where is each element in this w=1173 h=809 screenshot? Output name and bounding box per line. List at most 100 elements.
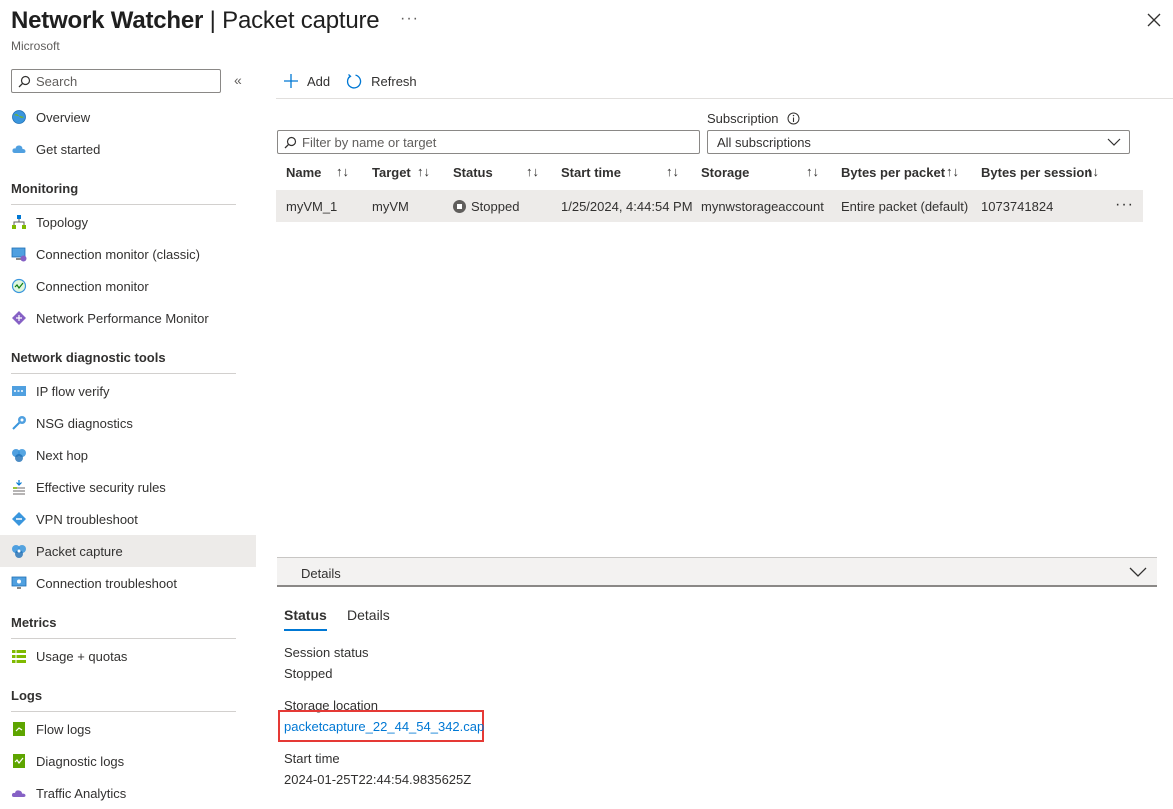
monitor-icon	[11, 247, 27, 262]
details-panel-title: Details	[301, 566, 341, 581]
sort-icon[interactable]: ↑↓	[417, 164, 430, 179]
sidebar-item-topology[interactable]: Topology	[0, 206, 256, 238]
cloud-icon	[12, 145, 26, 153]
packet-capture-icon	[12, 545, 26, 558]
details-panel-header[interactable]: Details	[277, 557, 1157, 587]
session-status-value: Stopped	[284, 666, 333, 681]
sidebar-item-network-performance-monitor[interactable]: Network Performance Monitor	[0, 302, 256, 334]
sidebar-item-label: Diagnostic logs	[36, 753, 125, 769]
start-time-label: Start time	[284, 751, 340, 766]
storage-location-link[interactable]: packetcapture_22_44_54_342.cap	[284, 719, 484, 734]
sidebar-item-next-hop[interactable]: Next hop	[0, 439, 256, 471]
column-header-bytes-per-session[interactable]: Bytes per session	[981, 165, 1092, 180]
add-button[interactable]: Add	[283, 73, 330, 89]
collapse-sidebar-icon[interactable]: «	[234, 72, 248, 90]
sidebar-item-label: Next hop	[36, 447, 89, 463]
stopped-status-icon	[453, 200, 466, 213]
sidebar-search[interactable]	[11, 69, 221, 93]
sort-icon[interactable]: ↑↓	[526, 164, 539, 179]
filter-input[interactable]	[302, 133, 692, 151]
cell-storage: mynwstorageaccount	[701, 199, 824, 214]
column-header-storage[interactable]: Storage	[701, 165, 749, 180]
column-header-bytes-per-packet[interactable]: Bytes per packet	[841, 165, 945, 180]
more-options-icon[interactable]: ···	[400, 10, 419, 28]
search-icon	[18, 75, 31, 88]
sidebar-section-metrics: Metrics	[11, 615, 236, 639]
sidebar-item-vpn-troubleshoot[interactable]: VPN troubleshoot	[0, 503, 256, 535]
filter-box[interactable]	[277, 130, 700, 154]
sidebar-item-label: Packet capture	[36, 543, 123, 559]
sidebar-item-label: Connection troubleshoot	[36, 575, 177, 591]
vpn-icon	[12, 512, 26, 526]
sidebar-item-label: Topology	[36, 214, 89, 230]
cell-start-time: 1/25/2024, 4:44:54 PM	[561, 199, 693, 214]
cell-status: Stopped	[471, 199, 520, 214]
session-status-label: Session status	[284, 645, 369, 660]
sidebar-section-network-diagnostic-tools: Network diagnostic tools	[11, 350, 236, 374]
sort-icon[interactable]: ↑↓	[666, 164, 679, 179]
traffic-analytics-icon	[11, 790, 26, 797]
sidebar-item-label: Traffic Analytics	[36, 785, 127, 801]
subscription-label: Subscription	[707, 111, 800, 126]
sort-icon[interactable]: ↑↓	[946, 164, 959, 179]
sidebar-item-traffic-analytics[interactable]: Traffic Analytics	[0, 777, 256, 809]
sort-icon[interactable]: ↑↓	[806, 164, 819, 179]
usage-icon	[12, 650, 26, 663]
sidebar-item-get-started[interactable]: Get started	[0, 133, 256, 165]
add-button-label: Add	[307, 73, 331, 89]
topology-icon	[12, 215, 26, 229]
page-title-rest: Packet capture	[222, 7, 380, 34]
page-title-bold: Network Watcher	[11, 7, 204, 34]
sidebar-item-label: Get started	[36, 141, 101, 157]
info-icon[interactable]	[787, 112, 800, 125]
sidebar-item-label: Connection monitor	[36, 278, 149, 294]
cell-target: myVM	[372, 199, 409, 214]
refresh-button-label: Refresh	[371, 73, 417, 89]
sidebar-item-label: Effective security rules	[36, 479, 166, 495]
sidebar-item-label: Connection monitor (classic)	[36, 246, 201, 262]
cell-bytes-per-session: 1073741824	[981, 199, 1054, 214]
column-header-target[interactable]: Target	[372, 165, 411, 180]
sidebar-item-flow-logs[interactable]: Flow logs	[0, 713, 256, 745]
sidebar-item-label: Network Performance Monitor	[36, 310, 209, 326]
flow-logs-icon	[13, 722, 25, 736]
sidebar-item-overview[interactable]: Overview	[0, 101, 256, 133]
column-header-name[interactable]: Name	[286, 165, 321, 180]
sidebar-item-ip-flow-verify[interactable]: IP flow verify	[0, 375, 256, 407]
close-icon[interactable]	[1146, 12, 1166, 32]
refresh-button[interactable]: Refresh	[346, 73, 417, 90]
sidebar-item-usage-quotas[interactable]: Usage + quotas	[0, 640, 256, 672]
subscription-dropdown[interactable]: All subscriptions	[707, 130, 1130, 154]
page-subtitle: Microsoft	[11, 39, 60, 53]
sidebar-item-nsg-diagnostics[interactable]: NSG diagnostics	[0, 407, 256, 439]
cell-bytes-per-packet: Entire packet (default)	[841, 199, 969, 214]
sidebar-item-connection-troubleshoot[interactable]: Connection troubleshoot	[0, 567, 256, 599]
sidebar-section-monitoring: Monitoring	[11, 181, 236, 205]
sidebar-search-input[interactable]	[36, 72, 216, 90]
sidebar-item-label: Flow logs	[36, 721, 91, 737]
plus-icon	[284, 74, 298, 88]
sidebar-item-packet-capture[interactable]: Packet capture	[0, 535, 256, 567]
diagnostic-logs-icon	[13, 754, 25, 768]
sort-icon[interactable]: ↑↓	[1086, 164, 1099, 179]
chevron-down-icon	[1107, 138, 1121, 146]
sidebar-item-label: Overview	[36, 109, 91, 125]
sidebar-item-connection-monitor-classic[interactable]: Connection monitor (classic)	[0, 238, 256, 270]
column-header-start-time[interactable]: Start time	[561, 165, 621, 180]
tab-status[interactable]: Status	[284, 607, 327, 631]
sidebar-item-label: NSG diagnostics	[36, 415, 133, 431]
chevron-down-icon[interactable]	[1129, 567, 1147, 578]
sidebar-item-diagnostic-logs[interactable]: Diagnostic logs	[0, 745, 256, 777]
sidebar-item-effective-security-rules[interactable]: Effective security rules	[0, 471, 256, 503]
security-rules-icon	[13, 480, 25, 495]
row-more-options-icon[interactable]: ···	[1115, 196, 1134, 214]
search-icon	[284, 136, 297, 149]
ip-flow-icon	[12, 386, 26, 396]
refresh-icon	[347, 73, 362, 89]
command-bar: Add Refresh	[283, 70, 433, 92]
tab-details[interactable]: Details	[347, 607, 390, 623]
subscription-dropdown-value: All subscriptions	[717, 135, 811, 150]
column-header-status[interactable]: Status	[453, 165, 493, 180]
sort-icon[interactable]: ↑↓	[336, 164, 349, 179]
sidebar-item-connection-monitor[interactable]: Connection monitor	[0, 270, 256, 302]
